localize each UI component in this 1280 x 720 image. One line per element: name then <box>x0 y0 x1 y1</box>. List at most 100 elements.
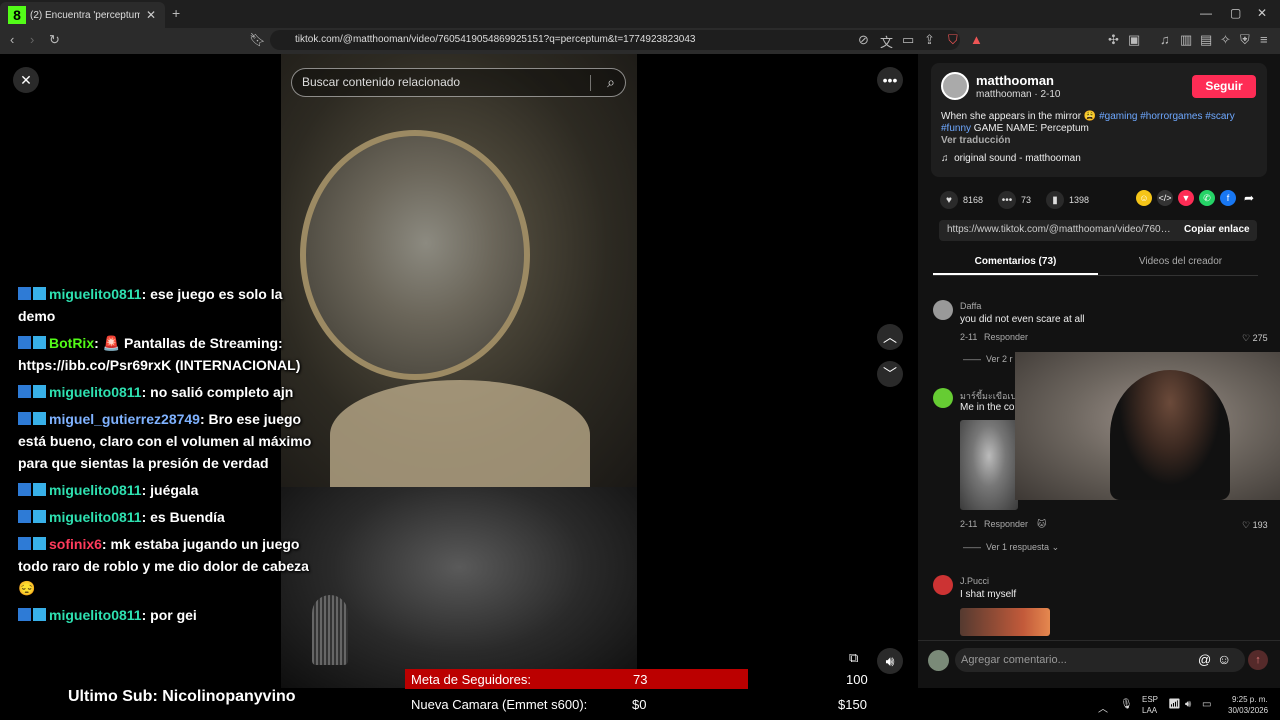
hashtag[interactable]: #gaming <box>1099 111 1137 122</box>
reader-icon[interactable]: ⊘ <box>858 32 869 48</box>
back-icon[interactable]: ‹ <box>10 32 14 47</box>
chat-username[interactable]: miguelito0811 <box>49 607 142 623</box>
save-stat[interactable]: ▮ 1398 <box>1046 191 1089 209</box>
gift-badge-icon <box>33 385 46 398</box>
author-avatar[interactable] <box>941 72 969 100</box>
close-tab-icon[interactable]: ✕ <box>146 8 156 22</box>
view-replies[interactable]: —— Ver 1 respuesta ⌄ <box>963 542 1059 553</box>
reply-button[interactable]: Responder <box>984 332 1028 342</box>
hashtag[interactable]: #funny <box>941 123 971 134</box>
send-icon[interactable]: ▼ <box>1178 190 1194 206</box>
tray-chevron-icon[interactable]: ︿ <box>1098 700 1108 715</box>
sound-link[interactable]: ♫ original sound - matthooman <box>941 153 1081 164</box>
comment-avatar[interactable] <box>933 300 953 320</box>
comment-author[interactable]: มาร์ขี้มะเขือเปร <box>960 389 1021 403</box>
translate-icon[interactable]: 文 <box>880 32 893 51</box>
forward-icon[interactable]: › <box>30 32 34 47</box>
brave-shield-icon[interactable]: ⛉ <box>948 32 958 48</box>
pip-icon[interactable]: ⧉ <box>849 650 858 666</box>
chat-username[interactable]: miguel_gutierrez28749 <box>49 411 200 427</box>
close-video-button[interactable]: ✕ <box>13 67 39 93</box>
chat-username[interactable]: miguelito0811 <box>49 384 142 400</box>
url-field[interactable]: tiktok.com/@matthooman/video/76054190548… <box>270 30 960 50</box>
post-comment-button[interactable]: ↑ <box>1248 650 1268 670</box>
comment-image[interactable] <box>960 608 1050 636</box>
previous-video-button[interactable]: ︿ <box>877 324 903 350</box>
extensions-icon[interactable]: ✣ <box>1108 32 1119 48</box>
minimize-button[interactable]: — <box>1200 6 1212 20</box>
mention-icon[interactable]: @ <box>1198 652 1211 667</box>
chat-username[interactable]: miguelito0811 <box>49 286 142 302</box>
follow-button[interactable]: Seguir <box>1192 75 1256 98</box>
chat-message: miguelito0811: no salió completo ajn <box>18 381 318 403</box>
chat-username[interactable]: BotRix <box>49 335 94 351</box>
speaker-icon[interactable]: 🔊︎ <box>1185 699 1191 710</box>
clock-time[interactable]: 9:25 p. m. <box>1232 695 1268 704</box>
wallet2-icon[interactable]: ▤ <box>1200 32 1212 48</box>
comment-text: you did not even scare at all <box>960 314 1085 325</box>
wifi-icon[interactable]: 📶︎ <box>1168 699 1181 710</box>
comment-avatar[interactable] <box>933 388 953 408</box>
tab-creator-videos[interactable]: Videos del creador <box>1098 256 1263 267</box>
sub-badge-icon <box>18 412 31 425</box>
comment-avatar[interactable] <box>933 575 953 595</box>
search-icon[interactable]: ⌕ <box>607 69 615 96</box>
menu-icon[interactable]: ≡ <box>1260 32 1268 47</box>
reply-button[interactable]: Responder <box>984 519 1028 529</box>
translate-link[interactable]: Ver traducción <box>941 135 1010 146</box>
author-name[interactable]: matthooman <box>976 73 1054 88</box>
comment-stat[interactable]: ••• 73 <box>998 191 1031 209</box>
chat-message: miguelito0811: ese juego es solo la demo <box>18 283 318 327</box>
reload-icon[interactable]: ↻ <box>49 32 60 48</box>
comment-image[interactable] <box>960 420 1018 510</box>
chat-text: : por gei <box>141 607 197 623</box>
chat-username[interactable]: miguelito0811 <box>49 482 142 498</box>
view-replies[interactable]: —— Ver 2 r <box>963 354 1013 364</box>
sound-title: original sound - matthooman <box>954 153 1081 164</box>
whatsapp-icon[interactable]: ✆ <box>1199 190 1215 206</box>
like-stat[interactable]: ♥ 8168 <box>940 191 983 209</box>
chat-username[interactable]: miguelito0811 <box>49 509 142 525</box>
comment-like[interactable]: ♡ 275 <box>1242 333 1268 344</box>
follower-goal-target: 100 <box>846 672 868 687</box>
user-avatar[interactable] <box>928 650 949 671</box>
comment-author[interactable]: Daffa <box>960 301 981 311</box>
rewards-icon[interactable]: ▲ <box>970 32 983 47</box>
emoji-icon[interactable]: ☺ <box>1217 651 1231 667</box>
chat-username[interactable]: sofinix6 <box>49 536 102 552</box>
vpn-icon[interactable]: ⛨ <box>1240 32 1250 48</box>
wallet-icon[interactable]: ▣ <box>1128 32 1140 48</box>
last-subscriber: Ultimo Sub: Nicolinopanyvino <box>68 688 296 705</box>
media-icon[interactable]: ♫ <box>1160 32 1170 47</box>
camera-goal-target: $150 <box>838 697 867 712</box>
volume-icon[interactable]: 🔊︎ <box>877 648 903 674</box>
screen-icon[interactable]: ▭ <box>902 32 914 48</box>
mic-icon[interactable]: 🎙︎ <box>1120 699 1133 710</box>
bookmark-icon[interactable]: 🔖︎ <box>249 32 266 48</box>
more-share-icon[interactable]: ➦ <box>1241 190 1257 206</box>
related-search-input[interactable]: Buscar contenido relacionado ⌕ <box>291 68 626 97</box>
new-tab-button[interactable]: + <box>172 5 180 21</box>
battery-icon[interactable]: ▭ <box>1202 699 1211 710</box>
comment-like[interactable]: ♡ 193 <box>1242 520 1268 531</box>
hashtag[interactable]: #scary <box>1205 111 1234 122</box>
lang-code[interactable]: ESP <box>1142 695 1158 704</box>
facebook-icon[interactable]: f <box>1220 190 1236 206</box>
close-window-button[interactable]: ✕ <box>1257 6 1267 20</box>
embed-icon[interactable]: </> <box>1157 190 1173 206</box>
browser-tab[interactable]: 8 (2) Encuentra 'perceptum' en ✕ <box>0 2 165 28</box>
leo-icon[interactable]: ✧ <box>1220 32 1231 48</box>
tab-comments[interactable]: Comentarios (73) <box>933 256 1098 267</box>
comment-like-count: 193 <box>1252 520 1268 530</box>
link-text[interactable]: https://www.tiktok.com/@matthooman/video… <box>947 224 1172 235</box>
comment-author[interactable]: J.Pucci <box>960 576 989 586</box>
share-friends-icon[interactable]: ☺ <box>1136 190 1152 206</box>
hashtag[interactable]: #horrorgames <box>1140 111 1202 122</box>
more-options-icon[interactable]: ••• <box>877 67 903 93</box>
sub-badge-icon <box>18 510 31 523</box>
next-video-button[interactable]: ﹀ <box>877 361 903 387</box>
share-page-icon[interactable]: ⇪ <box>924 32 935 48</box>
sidebar-icon[interactable]: ▥ <box>1180 32 1192 48</box>
maximize-button[interactable]: ▢ <box>1230 6 1241 20</box>
copy-link-button[interactable]: Copiar enlace <box>1184 224 1250 235</box>
